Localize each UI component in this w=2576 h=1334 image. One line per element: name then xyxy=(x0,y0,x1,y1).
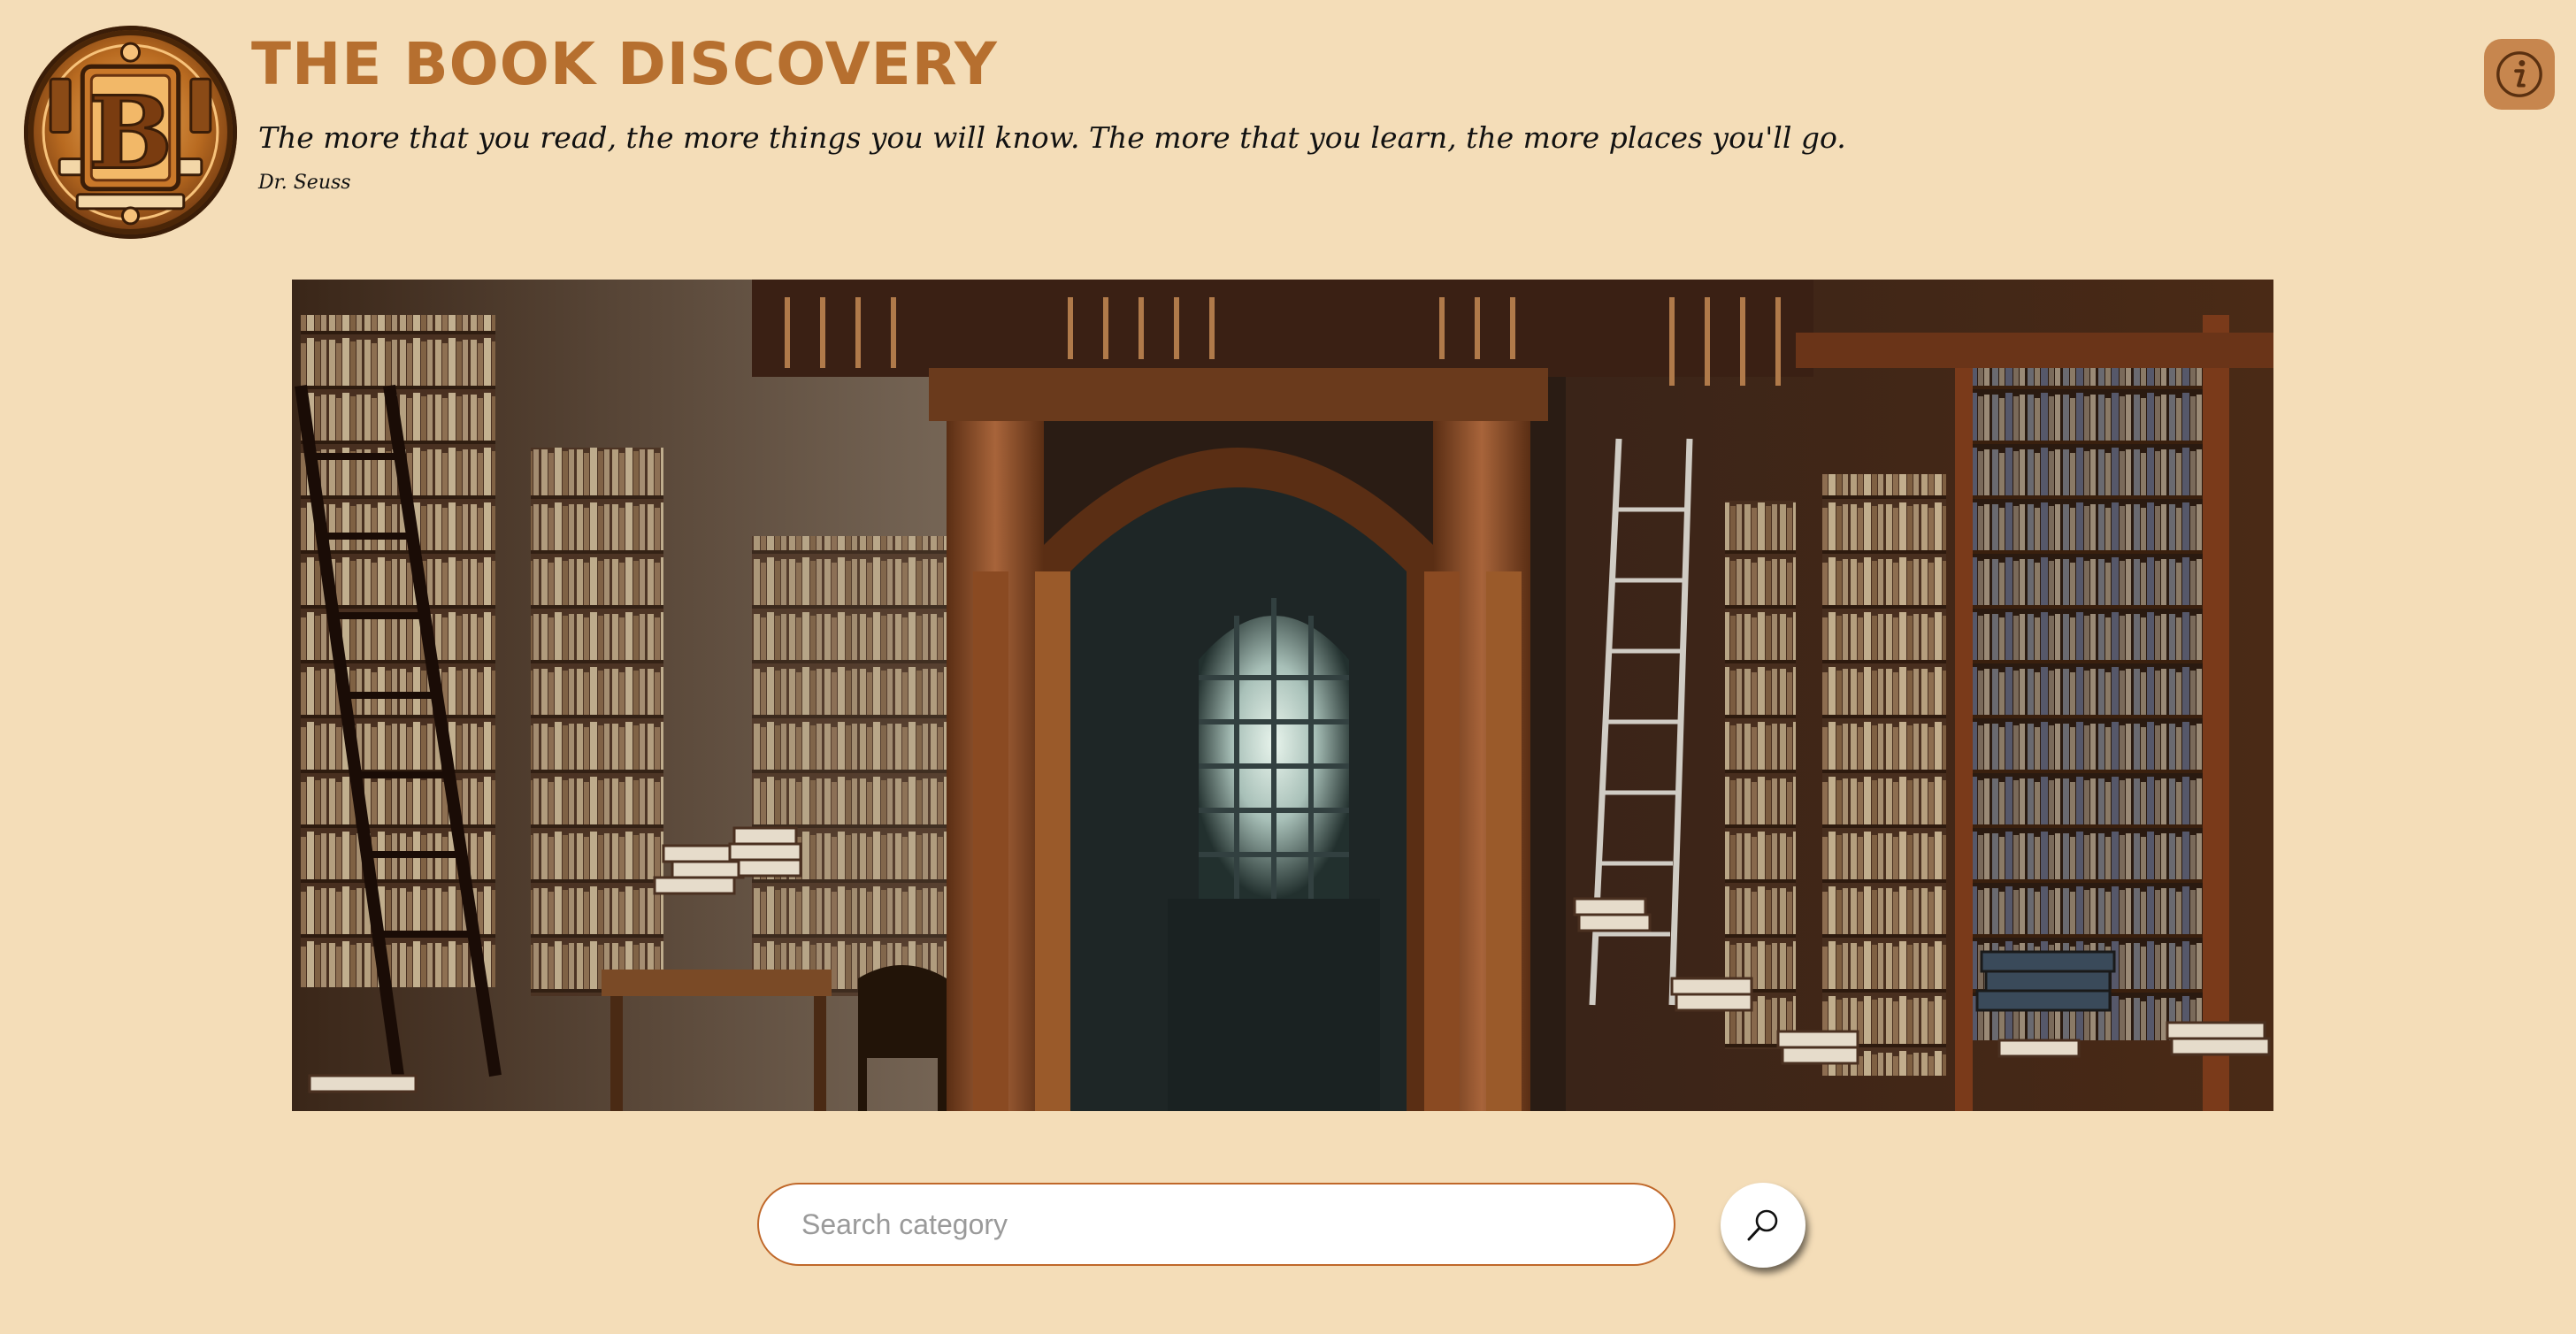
site-title: THE BOOK DISCOVERY xyxy=(251,30,998,98)
search-button[interactable] xyxy=(1721,1183,1806,1268)
info-icon xyxy=(2496,51,2542,97)
logo-emblem-icon: B xyxy=(28,30,233,234)
search-icon xyxy=(1747,1209,1778,1241)
search-input[interactable] xyxy=(757,1183,1675,1266)
info-button[interactable] xyxy=(2484,39,2555,110)
quote-text: The more that you read, the more things … xyxy=(258,120,1846,155)
quote-author: Dr. Seuss xyxy=(258,172,351,194)
library-illustration xyxy=(292,280,2273,1111)
hero-library-image xyxy=(292,280,2273,1111)
site-logo: B xyxy=(24,26,237,239)
logo-letter: B xyxy=(88,74,172,192)
